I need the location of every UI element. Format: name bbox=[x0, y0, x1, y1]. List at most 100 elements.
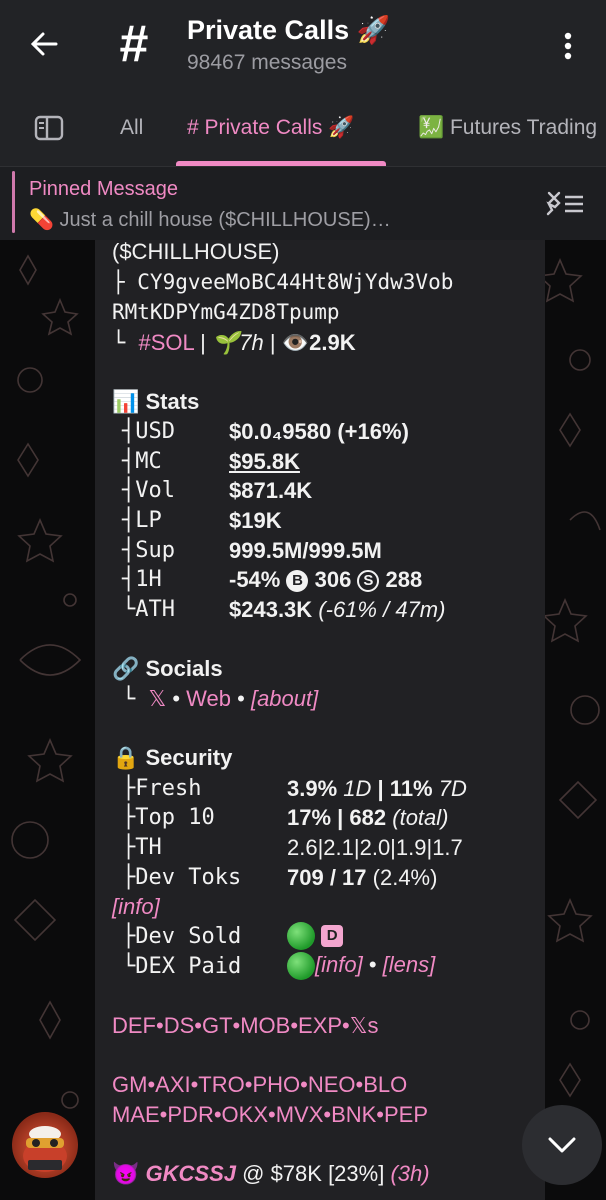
trade-links-row-1[interactable]: GM•AXI•TRO•PHO•NEO•BLO bbox=[112, 1072, 407, 1098]
caller-name[interactable]: GKCSSJ bbox=[146, 1161, 236, 1186]
fresh-7d-value: 11% bbox=[389, 776, 433, 801]
trade-links-row-2[interactable]: MAE•PDR•OKX•MVX•BNK•PEP bbox=[112, 1102, 428, 1128]
stat-value-sup: 999.5M/999.5M bbox=[229, 538, 382, 563]
socials-prefix: └ bbox=[122, 687, 149, 712]
stat-value-vol: $871.4K bbox=[229, 478, 313, 503]
stat-value-ath: $243.3K (-61% / 47m) bbox=[229, 597, 445, 623]
chevron-down-icon bbox=[548, 1137, 576, 1153]
stat-label-mc: ┤MC bbox=[122, 449, 162, 474]
chat-title[interactable]: Private Calls 🚀 bbox=[187, 14, 390, 46]
security-heading: 🔒 Security bbox=[112, 745, 233, 770]
chain-hashtag[interactable]: #SOL bbox=[139, 330, 194, 355]
meta-line: └ #SOL | 🌱7h | 👁️2.9K bbox=[112, 330, 356, 356]
top10-total: (total) bbox=[392, 805, 449, 830]
sec-label-devsold: ├Dev Sold bbox=[122, 924, 242, 949]
stat-1h-change: -54% bbox=[229, 567, 287, 592]
view-count: 👁️2.9K bbox=[281, 330, 356, 355]
channel-hash-icon[interactable]: # bbox=[108, 18, 160, 70]
top10-value: 17% | 682 bbox=[287, 805, 387, 830]
meta-separator-2: | bbox=[263, 330, 282, 355]
sells-icon: S bbox=[357, 570, 380, 593]
pinned-indicator bbox=[12, 171, 15, 233]
stat-label-lp: ┤LP bbox=[122, 508, 162, 533]
stat-label-ath: └ATH bbox=[122, 597, 175, 622]
tab-all[interactable]: All bbox=[120, 92, 143, 164]
green-circle-icon bbox=[287, 922, 315, 951]
pinned-list-button[interactable] bbox=[543, 188, 585, 223]
x-link[interactable]: 𝕏 bbox=[149, 686, 167, 711]
contract-address-line2[interactable]: RMtKDPYmG4ZD8Tpump bbox=[112, 300, 340, 324]
devtoks-value: 709 / 17 bbox=[287, 865, 367, 890]
folder-tabs: All # Private Calls 🚀 💹 Futures Trading bbox=[0, 92, 606, 166]
dex-lens-link[interactable]: [lens] bbox=[383, 952, 436, 977]
back-button[interactable] bbox=[24, 24, 64, 64]
message-count: 98467 messages bbox=[187, 51, 347, 74]
chart-links-row[interactable]: DEF•DS•GT•MOB•EXP•𝕏s bbox=[112, 1013, 378, 1039]
pinned-message-bar[interactable]: Pinned Message 💊 Just a chill house ($CH… bbox=[0, 166, 606, 241]
devil-emoji: 😈 bbox=[112, 1161, 140, 1186]
web-link[interactable]: Web bbox=[186, 686, 231, 711]
fresh-7d-label: 7D bbox=[438, 776, 467, 801]
caller-time: (3h) bbox=[390, 1161, 430, 1186]
sidebar-toggle-button[interactable] bbox=[34, 92, 64, 164]
sec-label-top10: ├Top 10 bbox=[122, 805, 215, 830]
socials-heading: 🔗 Socials bbox=[112, 656, 223, 681]
devtoks-info-link[interactable]: [info] bbox=[112, 894, 160, 920]
ticker-line: ($CHILLHOUSE) bbox=[112, 239, 280, 264]
stat-value-mc[interactable]: $95.8K bbox=[229, 449, 300, 475]
stat-label-1h: ┤1H bbox=[122, 567, 162, 592]
stat-value-usd: $0.0₄9580 (+16%) bbox=[229, 419, 409, 444]
sec-value-fresh: 3.9% 1D | 11% 7D bbox=[287, 776, 467, 802]
sec-value-dexpaid: [info] • [lens] bbox=[287, 952, 436, 981]
sec-value-th[interactable]: 2.6|2.1|2.0|1.9|1.7 bbox=[287, 835, 463, 861]
stat-label-vol: ┤Vol bbox=[122, 478, 175, 503]
caller-line: 😈 GKCSSJ @ $78K [23%] (3h) bbox=[112, 1161, 430, 1187]
scroll-down-button[interactable] bbox=[522, 1105, 602, 1185]
sec-label-devtoks: ├Dev Toks bbox=[122, 865, 242, 890]
socials-line: └ 𝕏 • Web • [about] bbox=[122, 686, 318, 712]
caller-details: @ $78K [23%] bbox=[236, 1161, 391, 1186]
dex-info-link[interactable]: [info] bbox=[315, 952, 363, 977]
stat-1h-buys: 306 bbox=[308, 567, 358, 592]
contract-address-line1[interactable]: ├ CY9gveeMoBC44Ht8WjYdw3Vob bbox=[112, 270, 453, 294]
pinned-text: 💊 Just a chill house ($CHILLHOUSE)… bbox=[29, 209, 391, 231]
arrow-left-icon bbox=[30, 32, 58, 56]
fresh-separator: | bbox=[371, 776, 390, 801]
devtoks-pct: (2.4%) bbox=[372, 865, 438, 890]
fresh-1d-label: 1D bbox=[343, 776, 372, 801]
green-circle-icon bbox=[287, 952, 315, 981]
stat-label-sup: ┤Sup bbox=[122, 538, 175, 563]
ath-change: (-61% / 47m) bbox=[318, 597, 446, 622]
more-options-button[interactable] bbox=[552, 28, 584, 64]
sec-label-th: ├TH bbox=[122, 835, 162, 860]
token-age: 🌱7h bbox=[211, 330, 264, 355]
fresh-1d-value: 3.9% bbox=[287, 776, 338, 801]
kebab-menu-icon bbox=[564, 32, 572, 60]
sec-label-dexpaid: └DEX Paid bbox=[122, 954, 242, 979]
socials-dot-1: • bbox=[166, 686, 187, 711]
meta-separator-1: | bbox=[193, 330, 212, 355]
top-bar: # Private Calls 🚀 98467 messages bbox=[0, 0, 606, 92]
frog-mascot-icon bbox=[23, 1126, 67, 1172]
message-bubble[interactable] bbox=[95, 240, 545, 1200]
tab-private-calls[interactable]: # Private Calls 🚀 bbox=[187, 92, 354, 164]
about-link[interactable]: [about] bbox=[251, 686, 318, 711]
sidebar-panel-icon bbox=[34, 115, 64, 141]
tab-futures-trading[interactable]: 💹 Futures Trading bbox=[418, 92, 597, 164]
stats-heading: 📊 Stats bbox=[112, 389, 200, 414]
buys-icon: B bbox=[286, 570, 309, 593]
sec-label-fresh: ├Fresh bbox=[122, 776, 202, 801]
tree-prefix: └ bbox=[112, 331, 139, 356]
ath-value: $243.3K bbox=[229, 597, 313, 622]
stat-label-usd: ┤USD bbox=[122, 419, 175, 444]
stat-value-1h: -54% B 306 S 288 bbox=[229, 567, 422, 593]
dex-dot: • bbox=[362, 952, 383, 977]
stat-1h-sells: 288 bbox=[379, 567, 423, 592]
sec-value-devtoks: 709 / 17 (2.4%) bbox=[287, 865, 437, 891]
pin-list-icon bbox=[546, 191, 583, 216]
sender-avatar[interactable] bbox=[12, 1112, 78, 1178]
socials-dot-2: • bbox=[231, 686, 251, 711]
stat-value-lp: $19K bbox=[229, 508, 282, 533]
pinned-title: Pinned Message bbox=[29, 178, 178, 200]
sec-value-top10: 17% | 682 (total) bbox=[287, 805, 449, 831]
